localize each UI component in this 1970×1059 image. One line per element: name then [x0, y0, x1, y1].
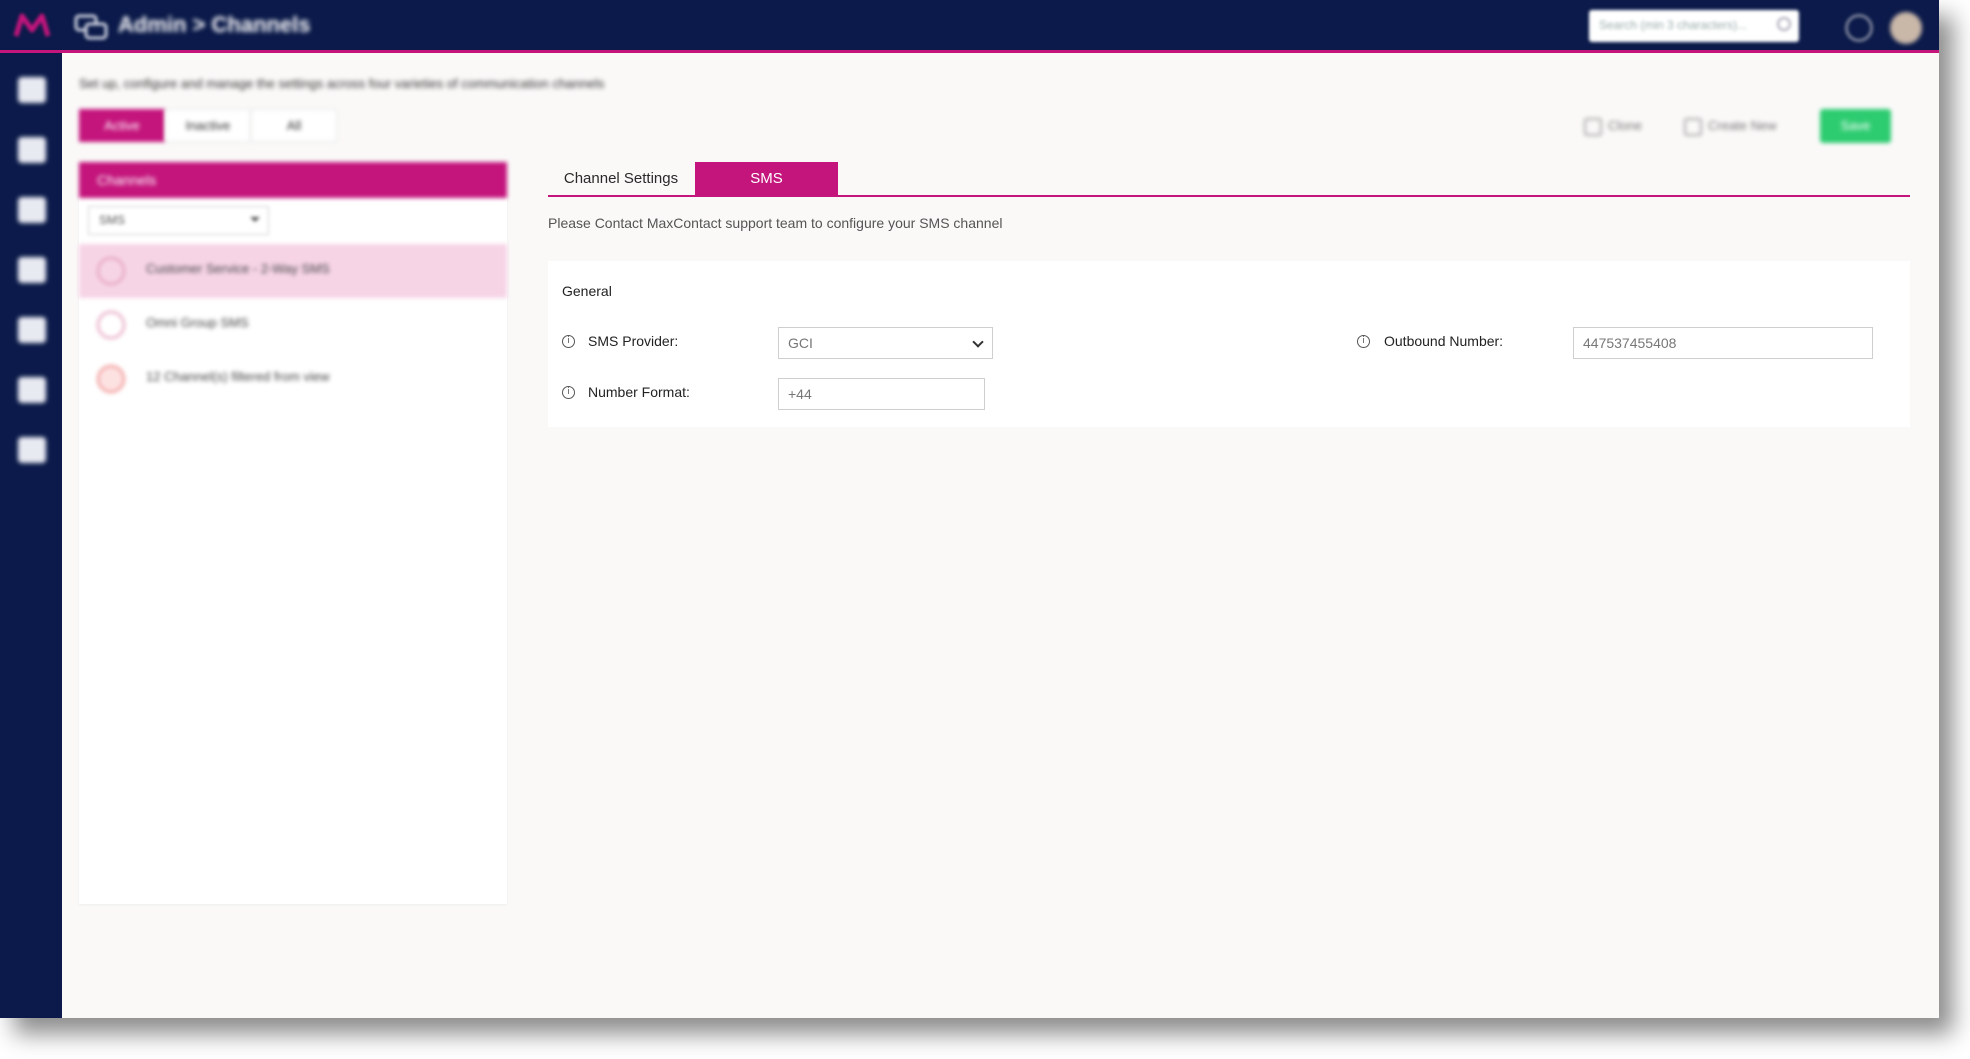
help-icon[interactable] [1845, 14, 1873, 42]
filter-tab-active[interactable]: Active [79, 109, 165, 142]
grid-icon[interactable] [18, 137, 46, 163]
number-format-input[interactable]: +44 [778, 378, 985, 410]
settings-gears-icon[interactable] [18, 437, 46, 463]
global-search-input[interactable]: Search (min 3 characters)... [1589, 10, 1799, 42]
sms-provider-select[interactable]: GCI [778, 327, 993, 359]
info-icon[interactable]: i [1357, 335, 1370, 348]
sms-channel-icon [97, 257, 125, 285]
info-icon[interactable]: i [562, 386, 575, 399]
intro-text: Set up, configure and manage the setting… [79, 76, 605, 91]
filter-tab-all[interactable]: All [251, 109, 337, 142]
general-section: General i SMS Provider: GCI i Number For… [548, 261, 1910, 427]
clone-label: Clone [1608, 118, 1642, 133]
general-section-title: General [562, 283, 612, 299]
channels-panel: Channels SMS Customer Service - 2-Way SM… [79, 162, 507, 904]
dashboard-icon[interactable] [18, 197, 46, 223]
document-icon[interactable] [18, 377, 46, 403]
number-format-label: Number Format: [588, 384, 690, 400]
left-nav [0, 53, 62, 1018]
outbound-number-input[interactable]: 447537455408 [1573, 327, 1873, 359]
maxcontact-logo-icon[interactable] [12, 10, 52, 42]
channel-name: Omni Group SMS [146, 315, 249, 330]
tab-channel-settings[interactable]: Channel Settings [548, 162, 694, 197]
filtered-count-label: 12 Channel(s) filtered from view [146, 369, 330, 384]
main-content: Set up, configure and manage the setting… [62, 56, 1939, 1018]
clone-icon [1584, 117, 1602, 136]
search-placeholder: Search (min 3 characters)... [1599, 18, 1748, 32]
database-icon[interactable] [18, 257, 46, 283]
channel-tabs: Channel Settings SMS [548, 162, 1910, 197]
top-bar: Admin > Channels Search (min 3 character… [0, 0, 1939, 53]
home-icon[interactable] [18, 77, 46, 103]
filter-warning-icon [97, 365, 125, 393]
channel-name: Customer Service - 2-Way SMS [146, 261, 330, 276]
create-new-label: Create New [1708, 118, 1777, 133]
search-icon [1777, 17, 1791, 31]
save-button[interactable]: Save [1820, 109, 1891, 143]
channels-panel-title: Channels [79, 162, 507, 198]
outbound-number-label: Outbound Number: [1384, 333, 1504, 349]
app-window: Admin > Channels Search (min 3 character… [0, 0, 1939, 1018]
create-new-icon [1684, 117, 1702, 136]
channel-type-select[interactable]: SMS [88, 206, 269, 235]
clone-button[interactable]: Clone [1584, 110, 1642, 142]
sms-channel-icon [97, 311, 125, 339]
tab-sms[interactable]: SMS [695, 162, 838, 197]
channel-list-item[interactable]: Omni Group SMS [79, 298, 507, 352]
filter-tab-inactive[interactable]: Inactive [165, 109, 251, 142]
user-avatar[interactable] [1890, 12, 1922, 44]
contacts-icon[interactable] [18, 317, 46, 343]
chat-bubbles-icon [74, 14, 108, 40]
info-icon[interactable]: i [562, 335, 575, 348]
sms-support-notice: Please Contact MaxContact support team t… [548, 215, 1003, 231]
breadcrumb: Admin > Channels [118, 12, 311, 37]
filtered-channels-note: 12 Channel(s) filtered from view [79, 352, 507, 406]
channel-list-item[interactable]: Customer Service - 2-Way SMS [79, 244, 507, 298]
status-filter-tabs: Active Inactive All [79, 109, 337, 142]
create-new-button[interactable]: Create New [1684, 110, 1777, 142]
sms-provider-label: SMS Provider: [588, 333, 679, 349]
